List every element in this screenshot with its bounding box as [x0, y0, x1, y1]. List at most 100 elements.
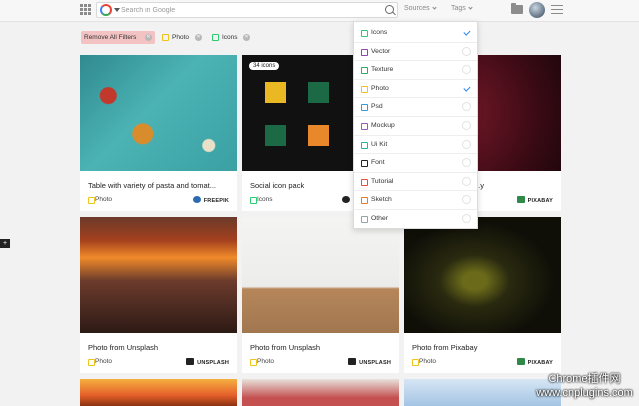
- dropdown-item-label: Vector: [371, 47, 391, 55]
- social-tile-icon: [308, 82, 329, 103]
- top-bar: Sources Tags: [0, 0, 639, 22]
- resource-card[interactable]: Photo from Unsplash Photo UNSPLASH: [80, 217, 237, 373]
- resource-card[interactable]: Photo from Pixabay Photo PIXABAY: [404, 217, 561, 373]
- filter-chip-photo[interactable]: Photo ✕: [162, 31, 206, 44]
- card-title[interactable]: Photo from Unsplash: [88, 343, 230, 352]
- close-icon[interactable]: ✕: [195, 34, 202, 41]
- card-source: UNSPLASH: [348, 358, 391, 366]
- card-source-label: UNSPLASH: [197, 360, 229, 366]
- dropdown-item-tutorial[interactable]: Tutorial: [354, 173, 477, 192]
- dropdown-item-mockup[interactable]: Mockup: [354, 117, 477, 136]
- close-icon[interactable]: ✕: [243, 34, 250, 41]
- resource-card[interactable]: [80, 379, 237, 406]
- pixabay-logo-icon: [516, 196, 525, 203]
- tags-menu[interactable]: Tags: [451, 5, 473, 12]
- card-source: PIXABAY: [516, 358, 553, 366]
- type-filter-dropdown: Icons Vector Texture Photo Psd Mockup Ui…: [353, 21, 478, 229]
- card-type: Icons: [250, 196, 273, 204]
- social-tile-icon: [265, 125, 286, 146]
- apps-grid-icon[interactable]: [80, 4, 91, 15]
- folder-icon[interactable]: [511, 3, 523, 14]
- card-type: Photo: [250, 358, 274, 366]
- card-image[interactable]: [80, 55, 237, 171]
- dropdown-item-label: Photo: [371, 84, 389, 92]
- search-icon[interactable]: [385, 5, 394, 14]
- dropdown-item-icons[interactable]: Icons: [354, 24, 477, 43]
- dropdown-item-psd[interactable]: Psd: [354, 98, 477, 117]
- card-image[interactable]: [80, 217, 237, 333]
- card-type: Photo: [88, 358, 112, 366]
- close-icon[interactable]: ✕: [145, 34, 152, 41]
- checkbox-circle-icon[interactable]: [462, 176, 471, 186]
- filter-chip-icons[interactable]: Icons ✕: [212, 31, 256, 44]
- side-plus-button[interactable]: +: [0, 239, 10, 248]
- ui-kit-type-icon: [361, 141, 368, 149]
- card-source: [342, 196, 353, 204]
- psd-type-icon: [361, 104, 368, 112]
- dropdown-item-sketch[interactable]: Sketch: [354, 191, 477, 210]
- camera-icon: [348, 358, 357, 365]
- photo-type-icon: [162, 34, 169, 41]
- checkbox-circle-icon[interactable]: [462, 195, 471, 205]
- search-input[interactable]: [121, 4, 381, 16]
- resource-card[interactable]: Photo from Unsplash Photo UNSPLASH: [242, 217, 399, 373]
- sources-menu[interactable]: Sources: [404, 5, 437, 12]
- card-source-label: PIXABAY: [527, 360, 553, 366]
- card-image[interactable]: [242, 217, 399, 333]
- dropdown-item-texture[interactable]: Texture: [354, 61, 477, 80]
- dropdown-item-label: Psd: [371, 103, 383, 111]
- dropdown-item-vector[interactable]: Vector: [354, 43, 477, 62]
- remove-all-filters-chip[interactable]: Remove All Filters ✕: [81, 31, 155, 44]
- card-image[interactable]: [242, 379, 399, 406]
- dropdown-item-ui-kit[interactable]: Ui Kit: [354, 136, 477, 155]
- watermark-line2: www.cnplugins.com: [536, 387, 633, 399]
- filter-chip-label: Icons: [222, 34, 238, 41]
- icons-type-icon: [361, 30, 368, 37]
- card-image[interactable]: [404, 217, 561, 333]
- resource-card[interactable]: [242, 379, 399, 406]
- checkbox-circle-icon[interactable]: [462, 46, 471, 56]
- card-title[interactable]: Photo from Unsplash: [250, 343, 392, 352]
- resource-card[interactable]: Table with variety of pasta and tomat...…: [80, 55, 237, 211]
- other-type-icon: [361, 216, 368, 223]
- engine-caret-icon[interactable]: [114, 8, 120, 12]
- check-icon[interactable]: [462, 28, 471, 37]
- check-icon[interactable]: [462, 84, 471, 93]
- source-logo-icon: [342, 196, 350, 203]
- card-type: Photo: [412, 358, 436, 366]
- card-image[interactable]: [80, 379, 237, 406]
- camera-icon: [186, 358, 195, 365]
- hamburger-menu-icon[interactable]: [551, 5, 563, 15]
- card-source-label: PIXABAY: [527, 198, 553, 204]
- mockup-type-icon: [361, 123, 368, 130]
- dropdown-item-label: Ui Kit: [371, 140, 388, 148]
- card-source: FREEPIK: [192, 196, 229, 204]
- checkbox-circle-icon[interactable]: [462, 102, 471, 112]
- card-source: PIXABAY: [516, 196, 553, 204]
- avatar[interactable]: [529, 2, 545, 18]
- card-source-label: FREEPIK: [203, 198, 229, 204]
- card-type: Photo: [88, 196, 112, 204]
- social-tile-icon: [308, 125, 329, 146]
- checkbox-circle-icon[interactable]: [462, 139, 471, 149]
- dropdown-item-font[interactable]: Font: [354, 154, 477, 173]
- checkbox-circle-icon[interactable]: [462, 158, 471, 168]
- watermark: Chrome插件网 www.cnplugins.com: [530, 372, 639, 400]
- dropdown-item-label: Mockup: [371, 122, 395, 129]
- card-title[interactable]: Table with variety of pasta and tomat...: [88, 181, 230, 190]
- checkbox-circle-icon[interactable]: [462, 121, 471, 130]
- card-title[interactable]: ...y: [474, 181, 616, 190]
- dropdown-item-photo[interactable]: Photo: [354, 80, 477, 99]
- checkbox-circle-icon[interactable]: [462, 65, 471, 75]
- social-tile-icon: [265, 82, 286, 103]
- dropdown-item-label: Tutorial: [371, 177, 394, 185]
- checkbox-circle-icon[interactable]: [462, 214, 471, 223]
- dropdown-item-label: Icons: [371, 29, 388, 36]
- dropdown-item-other[interactable]: Other: [354, 210, 477, 229]
- card-title[interactable]: Photo from Pixabay: [412, 343, 554, 352]
- google-logo-icon[interactable]: [100, 4, 112, 16]
- vector-type-icon: [361, 48, 368, 56]
- photo-type-icon: [361, 85, 368, 93]
- texture-type-icon: [361, 67, 368, 75]
- card-source-label: UNSPLASH: [359, 360, 391, 366]
